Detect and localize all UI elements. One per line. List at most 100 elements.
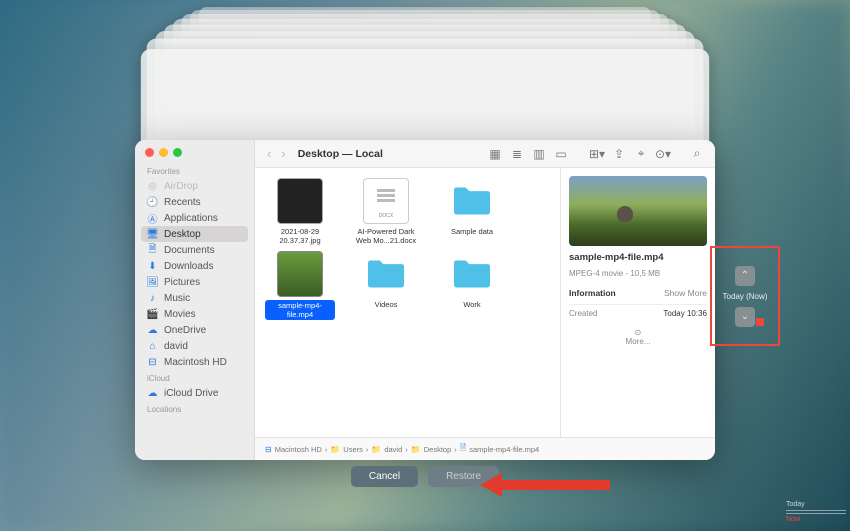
timeline-down-button[interactable]: ⌄ [735,307,755,327]
home-icon: ⌂ [147,341,158,352]
list-view-button[interactable]: ≣ [509,147,525,161]
file-item[interactable]: Sample data [437,178,507,245]
annotation-marker [756,318,764,326]
sidebar: Favorites ◎ AirDrop 🕘 Recents ⒶApplication… [135,140,255,460]
timeline-today-label: Today [786,501,846,508]
sidebar-item-label: Macintosh HD [164,357,227,368]
sidebar-item-documents[interactable]: 🗎Documents [135,242,254,258]
sidebar-item-label: Pictures [164,277,200,288]
folder-icon [449,178,495,224]
info-key: Created [569,309,597,318]
sidebar-item-label: AirDrop [164,181,198,192]
show-more-link[interactable]: Show More [664,288,707,298]
path-segment[interactable]: Desktop [424,445,452,454]
gallery-view-button[interactable]: ▭ [553,147,569,161]
folder-icon [363,251,409,297]
close-button[interactable] [145,148,154,157]
sidebar-item-macintosh-hd[interactable]: ⊟ Macintosh HD [135,354,254,370]
info-header: Information [569,288,616,298]
sidebar-section-header: iCloud [135,370,254,385]
action-bar: Cancel Restore [0,466,850,487]
file-item[interactable]: 2021-08-29 20.37.37.jpg [265,178,335,245]
sidebar-item-airdrop[interactable]: ◎ AirDrop [135,178,254,194]
file-label: Sample data [451,227,493,236]
fullscreen-button[interactable] [173,148,182,157]
info-row: Created Today 10:36 [569,304,707,318]
sidebar-item-onedrive[interactable]: ☁OneDrive [135,322,254,338]
sidebar-item-movies[interactable]: 🎬 Movies [135,306,254,322]
preview-title: sample-mp4-file.mp4 [569,252,707,263]
sidebar-section-header: Favorites [135,163,254,178]
minimize-button[interactable] [159,148,168,157]
sidebar-item-label: Documents [164,245,215,256]
tags-button[interactable]: ⌖ [633,147,649,161]
annotation-arrow [480,470,610,500]
path-segment[interactable]: sample-mp4-file.mp4 [469,445,539,454]
icloud-icon: ☁ [147,388,158,399]
file-item-selected[interactable]: sample-mp4-file.mp4 [265,251,335,320]
icon-view-button[interactable]: ▦ [487,147,503,161]
file-item[interactable]: Work [437,251,507,320]
timeline-scale[interactable]: Today Now [786,501,846,523]
video-thumbnail [277,251,323,297]
file-grid[interactable]: 2021-08-29 20.37.37.jpg AI-Powered Dark … [255,168,560,437]
disk-icon: ⊟ [265,445,272,454]
forward-button[interactable]: › [279,146,287,161]
file-item[interactable]: AI-Powered Dark Web Mo...21.docx [351,178,421,245]
music-icon: ♪ [147,293,158,304]
sidebar-item-pictures[interactable]: 🖼 Pictures [135,274,254,290]
timeline-up-button[interactable]: ⌃ [735,266,755,286]
sidebar-item-label: OneDrive [164,325,206,336]
preview-thumbnail [569,176,707,246]
path-bar[interactable]: ⊟Macintosh HD› 📁Users› 📁david› 📁Desktop›… [255,437,715,460]
downloads-icon: ⬇ [147,261,158,272]
file-label: Work [463,300,480,309]
action-button[interactable]: ⊙▾ [655,147,671,161]
cancel-button[interactable]: Cancel [351,466,418,487]
preview-pane: sample-mp4-file.mp4 MPEG-4 movie - 10,5 … [560,168,715,437]
sidebar-item-label: Desktop [164,229,201,240]
file-label: sample-mp4-file.mp4 [265,300,335,320]
path-segment[interactable]: Macintosh HD [275,445,322,454]
file-icon: 🗎 [460,442,466,456]
docx-thumbnail [363,178,409,224]
more-icon: ⊙ [635,328,642,337]
disk-icon: ⊟ [147,357,158,368]
folder-icon: 📁 [330,445,340,454]
sidebar-item-applications[interactable]: ⒶApplications [135,210,254,226]
jpg-thumbnail [277,178,323,224]
sidebar-item-label: Music [164,293,190,304]
window-title: Desktop — Local [298,148,383,160]
path-segment[interactable]: david [384,445,402,454]
file-label: 2021-08-29 20.37.37.jpg [265,227,335,245]
sidebar-item-david[interactable]: ⌂david [135,338,254,354]
sidebar-item-icloud-drive[interactable]: ☁ iCloud Drive [135,385,254,401]
column-view-button[interactable]: ▥ [531,147,547,161]
share-button[interactable]: ⇪ [611,147,627,161]
sidebar-item-label: Applications [164,213,218,224]
main-area: ‹ › Desktop — Local ▦ ≣ ▥ ▭ ⊞▾ ⇪ ⌖ ⊙▾ ⌕ … [255,140,715,460]
sidebar-item-label: Recents [164,197,201,208]
back-button[interactable]: ‹ [265,146,273,161]
airdrop-icon: ◎ [147,181,158,192]
desktop-icon: 🖥 [147,229,158,240]
toolbar: ‹ › Desktop — Local ▦ ≣ ▥ ▭ ⊞▾ ⇪ ⌖ ⊙▾ ⌕ [255,140,715,168]
sidebar-item-label: iCloud Drive [164,388,218,399]
pictures-icon: 🖼 [147,277,158,288]
sidebar-item-label: Movies [164,309,196,320]
file-item[interactable]: Videos [351,251,421,320]
path-segment[interactable]: Users [343,445,363,454]
finder-window: Favorites ◎ AirDrop 🕘 Recents ⒶApplication… [135,140,715,460]
search-button[interactable]: ⌕ [689,147,705,161]
file-label: Videos [375,300,398,309]
sidebar-item-label: Downloads [164,261,213,272]
sidebar-item-recents[interactable]: 🕘 Recents [135,194,254,210]
movies-icon: 🎬 [147,309,158,320]
group-button[interactable]: ⊞▾ [589,147,605,161]
sidebar-item-music[interactable]: ♪ Music [135,290,254,306]
timeline-label: Today (Now) [723,292,768,301]
sidebar-item-desktop[interactable]: 🖥 Desktop [141,226,248,242]
clock-icon: 🕘 [147,197,158,208]
more-actions[interactable]: ⊙ More... [569,324,707,346]
sidebar-item-downloads[interactable]: ⬇ Downloads [135,258,254,274]
